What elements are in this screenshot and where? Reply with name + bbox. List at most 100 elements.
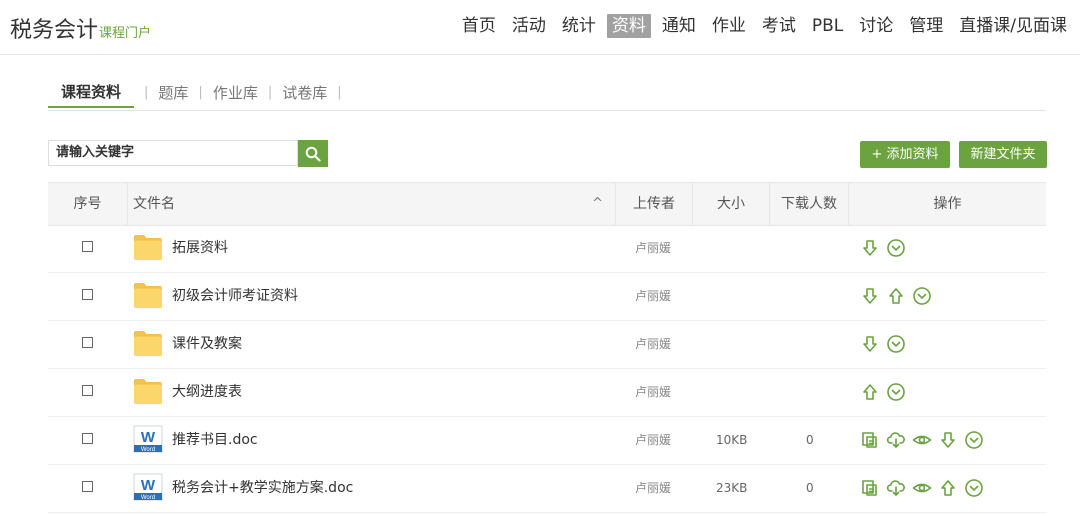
tab-separator: | [267,84,273,100]
subtab-2[interactable]: 作业库 [213,82,258,103]
word-caption: Word [141,447,155,453]
main-nav: 首页 活动 统计 资料 通知 作业 考试 PBL 讨论 管理 直播课/见面课 [457,14,1072,38]
col-uploader: 上传者 [616,183,693,225]
uploader: 卢丽媛 [635,289,672,303]
row-actions [860,381,906,403]
col-downloads: 下载人数 [770,183,849,225]
row-actions [860,285,932,307]
file-name-link[interactable]: 税务会计+教学实施方案.doc [172,464,353,512]
table-header: 序号 文件名 ^ 上传者 大小 下载人数 操作 [48,182,1046,226]
upload-icon[interactable] [938,478,958,498]
tab-separator: | [337,84,342,100]
top-bar: 税务会计课程门户 首页 活动 统计 资料 通知 作业 考试 PBL 讨论 管理 直播课/见面课 [0,0,1080,55]
word-letter: W [141,429,156,446]
upload-icon[interactable] [886,286,906,306]
brand-title: 税务会计 [10,18,99,43]
folder-icon [133,377,163,405]
folder-icon [133,281,163,309]
download-count: 0 [806,481,814,495]
search-button[interactable] [298,140,328,167]
add-material-button[interactable]: + 添加资料 [860,141,950,168]
table-row: W Word 税务会计+教学实施方案.doc 卢丽媛 23KB 0 [48,464,1046,513]
cloud-icon[interactable] [886,430,906,450]
nav-item-2[interactable]: 统计 [557,14,601,38]
file-name-link[interactable]: 大纲进度表 [172,368,242,416]
row-checkbox[interactable] [82,289,93,300]
row-checkbox[interactable] [82,433,93,444]
file-size: 10KB [716,433,748,447]
row-checkbox[interactable] [82,241,93,252]
search-icon [305,146,321,162]
nav-item-7[interactable]: PBL [807,14,848,38]
row-actions [860,477,984,499]
row-actions [860,333,906,355]
new-folder-button[interactable]: 新建文件夹 [959,141,1047,168]
download-icon[interactable] [860,286,880,306]
table-row: 大纲进度表 卢丽媛 [48,368,1046,417]
sort-icon[interactable]: ^ [592,183,603,225]
copy-icon[interactable] [860,478,880,498]
file-name-link[interactable]: 初级会计师考证资料 [172,272,298,320]
col-actions: 操作 [933,196,962,212]
preview-icon[interactable] [912,478,932,498]
nav-item-8[interactable]: 讨论 [854,14,898,38]
download-icon[interactable] [860,334,880,354]
nav-item-0[interactable]: 首页 [457,14,501,38]
nav-item-3[interactable]: 资料 [606,14,651,38]
brand[interactable]: 税务会计课程门户 [10,12,151,44]
col-filename-label: 文件名 [133,196,175,212]
col-size: 大小 [693,183,770,225]
row-checkbox[interactable] [82,385,93,396]
download-icon[interactable] [860,238,880,258]
subtab-1[interactable]: 题库 [158,82,188,103]
search-input[interactable]: 请输入关键字 [48,140,298,166]
more-icon[interactable] [964,478,984,498]
word-file-icon: W Word [133,425,163,453]
subtab-3[interactable]: 试卷库 [282,82,327,103]
subtab-0[interactable]: 课程资料 [48,81,135,108]
brand-subtitle: 课程门户 [99,26,152,41]
word-file-icon: W Word [133,473,163,501]
download-count: 0 [806,433,814,447]
word-letter: W [141,477,156,494]
nav-item-1[interactable]: 活动 [507,14,551,38]
uploader: 卢丽媛 [635,481,672,495]
row-checkbox[interactable] [82,337,93,348]
nav-item-5[interactable]: 作业 [707,14,751,38]
sub-tabs: 课程资料 | 题库 | 作业库 | 试卷库 | [48,78,1046,111]
col-index: 序号 [48,183,128,225]
uploader: 卢丽媛 [635,337,672,351]
nav-item-4[interactable]: 通知 [657,14,701,38]
tab-separator: | [144,84,149,100]
nav-item-9[interactable]: 管理 [904,14,948,38]
upload-icon[interactable] [860,382,880,402]
uploader: 卢丽媛 [635,385,672,399]
more-icon[interactable] [964,430,984,450]
folder-icon [133,233,163,261]
copy-icon[interactable] [860,430,880,450]
file-name-link[interactable]: 课件及教案 [172,320,242,368]
file-size: 23KB [716,481,748,495]
more-icon[interactable] [886,238,906,258]
more-icon[interactable] [886,334,906,354]
nav-item-10[interactable]: 直播课/见面课 [954,14,1072,38]
file-name-link[interactable]: 推荐书目.doc [172,416,258,464]
table-row: 课件及教案 卢丽媛 [48,320,1046,369]
row-actions [860,237,906,259]
row-actions [860,429,984,451]
uploader: 卢丽媛 [635,433,672,447]
more-icon[interactable] [886,382,906,402]
file-name-link[interactable]: 拓展资料 [172,224,228,272]
download-icon[interactable] [938,430,958,450]
more-icon[interactable] [912,286,932,306]
folder-icon [133,329,163,357]
preview-icon[interactable] [912,430,932,450]
table-row: W Word 推荐书目.doc 卢丽媛 10KB 0 [48,416,1046,465]
table-row: 拓展资料 卢丽媛 [48,224,1046,273]
row-checkbox[interactable] [82,481,93,492]
col-filename[interactable]: 文件名 ^ [128,183,616,225]
cloud-icon[interactable] [886,478,906,498]
word-caption: Word [141,495,155,501]
nav-item-6[interactable]: 考试 [757,14,801,38]
table-row: 初级会计师考证资料 卢丽媛 [48,272,1046,321]
